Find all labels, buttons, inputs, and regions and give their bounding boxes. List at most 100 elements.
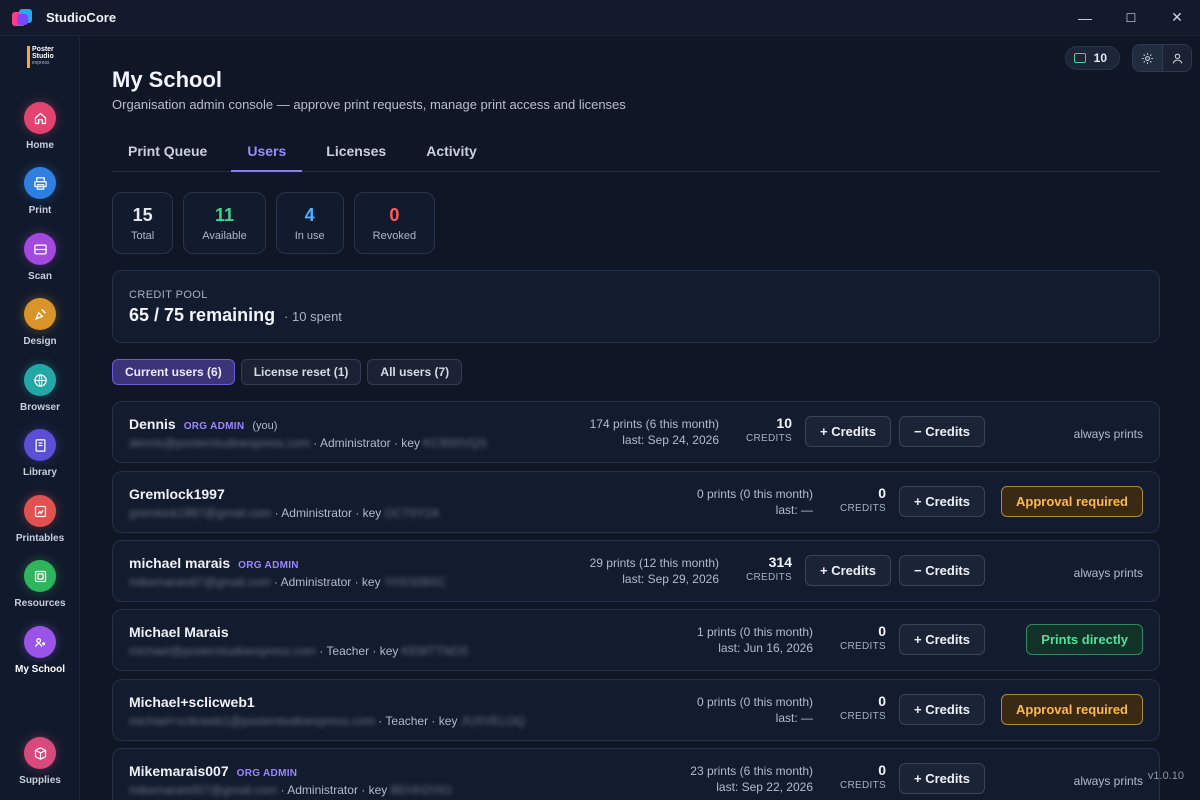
brand-line3: express <box>32 60 50 66</box>
credit-label: CREDITS <box>746 433 792 444</box>
tab-activity[interactable]: Activity <box>410 136 493 172</box>
tab-licenses[interactable]: Licenses <box>310 136 402 172</box>
add-credits-button[interactable]: + Credits <box>899 694 985 725</box>
filter-license-reset[interactable]: License reset (1) <box>240 359 362 385</box>
credit-pool-remaining: 65 / 75 remaining <box>129 305 276 325</box>
sidebar-item-library[interactable]: Library <box>0 429 80 491</box>
print-status-text: always prints <box>1073 566 1143 580</box>
user-row: Dennis ORG ADMIN (you) dennis@posterstudioe… <box>112 401 1160 463</box>
credit-pool-card: CREDIT POOL 65 / 75 remaining · 10 spent <box>112 270 1160 343</box>
sidebar-item-scan[interactable]: Scan <box>0 233 80 295</box>
sidebar-item-label: Print <box>28 205 52 216</box>
user-name: Mikemarais007 <box>129 763 229 779</box>
home-icon <box>24 102 56 134</box>
page-subtitle: Organisation admin console — approve pri… <box>112 97 626 112</box>
print-count: 0 prints (0 this month) <box>696 487 813 501</box>
user-name: michael marais <box>129 555 231 571</box>
minimize-button[interactable]: — <box>1062 0 1108 36</box>
license-key: YHXS09XC <box>383 575 447 589</box>
license-key: OCT5Y2A <box>384 506 440 520</box>
stat-label: Available <box>202 229 247 242</box>
credit-balance: 10 <box>776 415 792 431</box>
print-count: 1 prints (0 this month) <box>696 625 813 639</box>
user-filter-bar: Current users (6) License reset (1) All … <box>112 359 463 385</box>
last-print-date: last: Jun 16, 2026 <box>718 641 813 655</box>
credit-label: CREDITS <box>840 780 886 791</box>
user-icon <box>1172 53 1182 64</box>
sidebar-item-resources[interactable]: Resources <box>0 560 80 622</box>
license-key: JUXVELOQ <box>460 714 525 728</box>
stat-in-use: 4 In use <box>275 192 344 254</box>
header-icon-group <box>1132 44 1192 72</box>
prints-directly-button[interactable]: Prints directly <box>1026 624 1143 655</box>
credit-balance-value: 10 <box>1093 51 1107 65</box>
sidebar-item-my-school[interactable]: My School <box>0 626 80 688</box>
sidebar-item-print[interactable]: Print <box>0 167 80 229</box>
remove-credits-button[interactable]: − Credits <box>899 555 985 586</box>
user-row: Michael Marais michael@posterstudioexpres… <box>112 609 1160 671</box>
last-print-date: last: Sep 22, 2026 <box>716 780 813 794</box>
sidebar-item-label: Browser <box>19 402 60 413</box>
filter-current-users[interactable]: Current users (6) <box>112 359 235 385</box>
print-count: 23 prints (6 this month) <box>690 764 813 778</box>
school-icon <box>24 626 56 658</box>
credit-balance-chip[interactable]: 10 <box>1064 46 1120 70</box>
add-credits-button[interactable]: + Credits <box>805 416 891 447</box>
stat-revoked: 0 Revoked <box>353 192 436 254</box>
stat-available: 11 Available <box>183 192 266 254</box>
printer-icon <box>24 167 56 199</box>
last-print-date: last: — <box>775 503 813 517</box>
close-button[interactable]: ✕ <box>1154 0 1200 36</box>
license-key: KC9S0VQS <box>423 436 487 450</box>
role-badge: ORG ADMIN <box>238 560 299 571</box>
filter-all-users[interactable]: All users (7) <box>367 359 463 385</box>
brand-logo: Poster Studio express <box>27 46 57 68</box>
credit-balance: 0 <box>878 623 886 639</box>
license-stats: 15 Total 11 Available 4 In use 0 Revoked <box>112 192 436 254</box>
approval-required-button[interactable]: Approval required <box>1001 486 1143 517</box>
user-row: Gremlock1997 gremlock1997@gmail.com · Adm… <box>112 471 1160 533</box>
user-role: · Administrator · key <box>280 783 388 797</box>
add-credits-button[interactable]: + Credits <box>899 624 985 655</box>
sidebar-item-label: Scan <box>28 271 52 282</box>
tab-users[interactable]: Users <box>231 136 303 172</box>
user-role: · Administrator · key <box>273 575 381 589</box>
print-count: 29 prints (12 this month) <box>589 556 719 570</box>
account-button[interactable] <box>1162 45 1191 71</box>
sidebar-item-design[interactable]: Design <box>0 298 80 360</box>
remove-credits-button[interactable]: − Credits <box>899 416 985 447</box>
sidebar-item-supplies[interactable]: Supplies <box>0 737 80 799</box>
stat-value: 15 <box>132 204 153 225</box>
credit-label: CREDITS <box>840 641 886 652</box>
sidebar-item-printables[interactable]: Printables <box>0 495 80 557</box>
main-content: 10 My School Organisation admin console … <box>80 36 1200 800</box>
maximize-button[interactable]: ☐ <box>1108 0 1154 36</box>
print-status-text: always prints <box>1073 427 1143 441</box>
settings-button[interactable] <box>1133 45 1162 71</box>
user-name: Michael+sclicweb1 <box>129 694 255 710</box>
stat-value: 0 <box>389 204 400 225</box>
credit-balance: 0 <box>878 485 886 501</box>
sidebar-item-label: Home <box>26 140 54 151</box>
tab-print-queue[interactable]: Print Queue <box>112 136 223 172</box>
approval-required-button[interactable]: Approval required <box>1001 694 1143 725</box>
role-badge: ORG ADMIN <box>183 421 245 432</box>
book-icon <box>24 429 56 461</box>
add-credits-button[interactable]: + Credits <box>899 486 985 517</box>
sidebar-item-browser[interactable]: Browser <box>0 364 80 426</box>
credit-pool-label: CREDIT POOL <box>129 289 208 301</box>
credit-pool-spent: · 10 spent <box>284 309 342 324</box>
last-print-date: last: Sep 29, 2026 <box>622 572 719 586</box>
add-credits-button[interactable]: + Credits <box>805 555 891 586</box>
current-user-marker: (you) <box>252 420 278 432</box>
credit-balance: 0 <box>878 762 886 778</box>
user-email: michael@posterstudioexpress.com <box>129 644 316 658</box>
title-bar: StudioCore — ☐ ✕ <box>0 0 1200 36</box>
add-credits-button[interactable]: + Credits <box>899 763 985 794</box>
license-key: BEHH2VIO <box>390 783 452 797</box>
stat-value: 11 <box>214 204 234 225</box>
sidebar-item-label: Library <box>23 467 57 478</box>
wallet-icon <box>1073 53 1086 63</box>
user-row: michael marais ORG ADMIN mikemarais97@gmai… <box>112 540 1160 602</box>
sidebar-item-home[interactable]: Home <box>0 102 80 164</box>
